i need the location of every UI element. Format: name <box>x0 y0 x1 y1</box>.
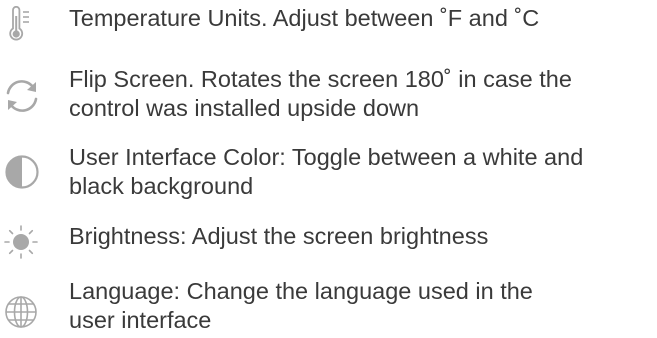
description-line: control was installed upside down <box>69 95 420 121</box>
brightness-sun-icon <box>2 222 42 262</box>
setting-temperature-units-description: Temperature Units. Adjust between ˚F and… <box>69 4 654 33</box>
description-line: Brightness: Adjust the screen brightness <box>69 223 489 249</box>
description-line: Temperature Units. Adjust between ˚F and… <box>69 5 540 31</box>
contrast-icon <box>2 152 42 192</box>
description-line: black background <box>69 173 254 199</box>
thermometer-icon <box>2 6 42 46</box>
setting-language-description: Language: Change the language used in th… <box>69 277 654 335</box>
description-line: Language: Change the language used in th… <box>69 278 533 304</box>
setting-flip-screen-description: Flip Screen. Rotates the screen 180˚ in … <box>69 65 654 123</box>
flip-rotate-icon <box>2 76 42 116</box>
description-line: user interface <box>69 307 212 333</box>
setting-user-interface-color-description: User Interface Color: Toggle between a w… <box>69 143 654 201</box>
globe-icon <box>2 292 42 332</box>
description-line: User Interface Color: Toggle between a w… <box>69 144 584 170</box>
settings-list: Temperature Units. Adjust between ˚F and… <box>0 0 657 338</box>
setting-brightness-description: Brightness: Adjust the screen brightness <box>69 222 654 251</box>
description-line: Flip Screen. Rotates the screen 180˚ in … <box>69 66 572 92</box>
